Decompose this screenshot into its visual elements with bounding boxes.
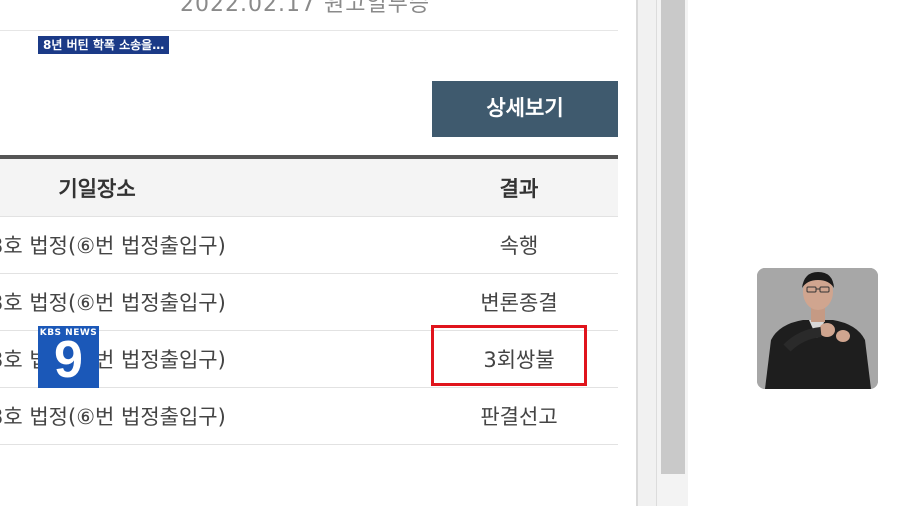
logo-number: 9 [54,331,83,388]
sign-language-interpreter-video [757,268,878,389]
row-place: 3호 법정(⑥번 법정출입구) [0,405,226,429]
row-place: 3호 법정(⑥번 법정출입구) [0,234,226,258]
news-caption: 8년 버틴 학폭 소송을… [38,36,170,54]
table-header: 기일장소 결과 [0,159,618,217]
row-result: 변론종결 [480,291,558,315]
header-place: 기일장소 [58,176,136,201]
court-record-panel: 2022.02.17 원고일부승 8년 버틴 학폭 소송을… 상세보기 기일장소… [0,0,636,506]
hearing-table: 기일장소 결과 3호 법정(⑥번 법정출입구) 속행 3호 법정(⑥번 법정출입… [0,155,618,445]
result-highlight-box [431,325,587,386]
blank-area [688,0,900,506]
panel-gap [638,0,656,506]
scrollbar-thumb[interactable] [661,0,685,474]
table-row: 3호 법정(⑥번 법정출입구) 변론종결 [0,274,618,331]
row-place: 3호 법정(⑥번 법정출입구) [0,291,226,315]
divider [0,30,618,31]
table-row: 3호 법정(⑥번 법정출입구) 판결선고 [0,388,618,445]
case-result-date: 2022.02.17 원고일부승 [180,0,431,17]
row-result: 판결선고 [480,405,558,429]
header-result: 결과 [499,176,539,201]
detail-view-button[interactable]: 상세보기 [432,81,618,137]
table-row: 3호 법정(⑥번 법정출입구) 속행 [0,217,618,274]
interpreter-icon [757,268,878,389]
kbs-news9-logo: KBS NEWS 9 [38,326,99,388]
scrollbar[interactable] [656,0,689,506]
row-result: 속행 [499,234,539,258]
